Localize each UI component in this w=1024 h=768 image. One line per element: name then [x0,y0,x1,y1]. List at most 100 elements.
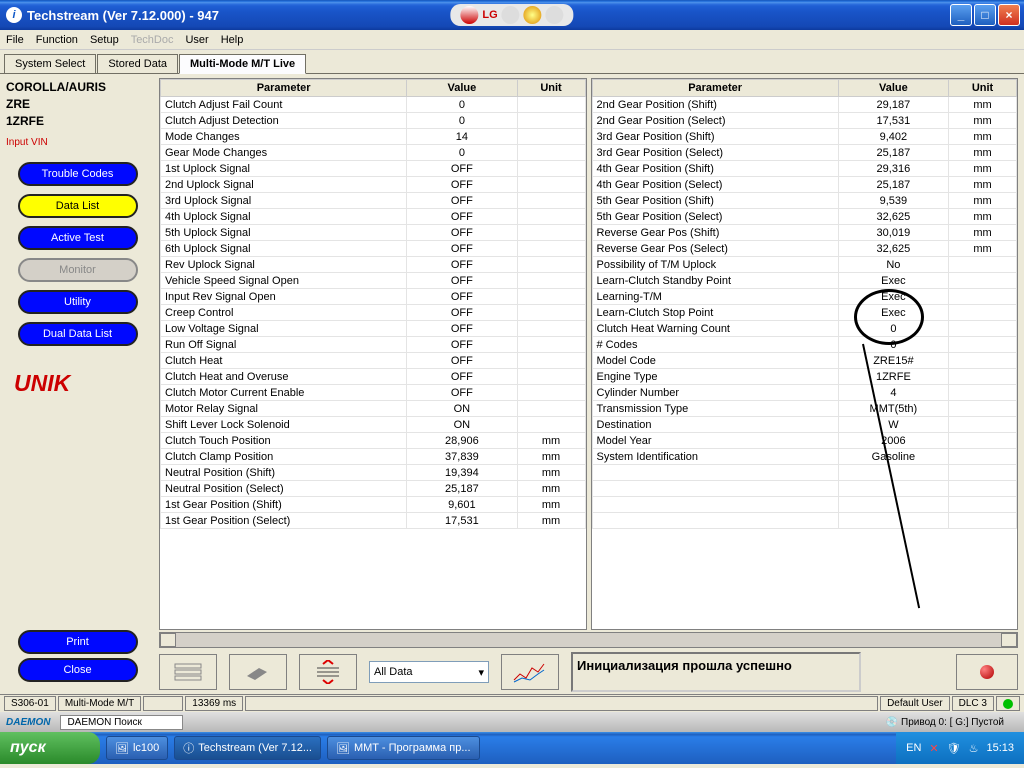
record-button[interactable] [956,654,1018,690]
close-panel-button[interactable]: Close [18,658,138,682]
col-unit[interactable]: Unit [517,80,585,97]
tool-list-icon[interactable] [159,654,217,690]
tool-flashlight-icon[interactable] [229,654,287,690]
table-row[interactable]: 3rd Uplock SignalOFF [161,193,586,209]
table-row[interactable]: 5th Gear Position (Select)32,625mm [592,209,1017,225]
task-lc100[interactable]: 🖼 lc100 [106,736,168,760]
table-row[interactable]: Gear Mode Changes0 [161,145,586,161]
start-button[interactable]: пуск [0,732,100,764]
task-techstream[interactable]: ⓘ Techstream (Ver 7.12... [174,736,321,760]
table-row[interactable]: DestinationW [592,417,1017,433]
table-row[interactable]: 2nd Gear Position (Select)17,531mm [592,113,1017,129]
tray-icon[interactable]: 🛡 [947,742,961,755]
table-row[interactable]: Cylinder Number4 [592,385,1017,401]
tray-icon[interactable]: ♨ [969,742,979,755]
table-row[interactable]: 1st Gear Position (Shift)9,601mm [161,497,586,513]
utility-button[interactable]: Utility [18,290,138,314]
menu-setup[interactable]: Setup [90,34,119,46]
tab-multimode-live[interactable]: Multi-Mode M/T Live [179,54,306,74]
table-row[interactable]: Clutch Clamp Position37,839mm [161,449,586,465]
col-unit[interactable]: Unit [949,80,1017,97]
table-row[interactable]: 4th Uplock SignalOFF [161,209,586,225]
table-row[interactable]: Model Year2006 [592,433,1017,449]
task-mmt[interactable]: 🖼 MMT - Программа пр... [327,736,480,760]
table-row[interactable]: Clutch Heat Warning Count0 [592,321,1017,337]
active-test-button[interactable]: Active Test [18,226,138,250]
table-row[interactable]: Low Voltage SignalOFF [161,321,586,337]
table-row[interactable] [592,513,1017,529]
table-row[interactable]: 3rd Gear Position (Shift)9,402mm [592,129,1017,145]
maximize-button[interactable]: □ [974,4,996,26]
table-row[interactable]: 4th Gear Position (Select)25,187mm [592,177,1017,193]
table-row[interactable]: Model CodeZRE15# [592,353,1017,369]
gadget-icon-2[interactable] [524,6,542,24]
table-row[interactable]: 1st Uplock SignalOFF [161,161,586,177]
gadget-icon-3[interactable] [546,6,564,24]
table-row[interactable]: Run Off SignalOFF [161,337,586,353]
table-row[interactable]: Clutch Touch Position28,906mm [161,433,586,449]
table-row[interactable]: Clutch HeatOFF [161,353,586,369]
minimize-button[interactable]: _ [950,4,972,26]
tray-icon[interactable]: ✕ [929,742,938,755]
menu-function[interactable]: Function [36,34,78,46]
close-button[interactable]: × [998,4,1020,26]
table-row[interactable]: System IdentificationGasoline [592,449,1017,465]
table-row[interactable] [592,481,1017,497]
col-parameter[interactable]: Parameter [161,80,407,97]
print-button[interactable]: Print [18,630,138,654]
table-row[interactable]: Reverse Gear Pos (Select)32,625mm [592,241,1017,257]
tab-stored-data[interactable]: Stored Data [97,54,178,73]
col-parameter[interactable]: Parameter [592,80,838,97]
table-row[interactable]: Possibility of T/M UplockNo [592,257,1017,273]
table-row[interactable]: Clutch Motor Current EnableOFF [161,385,586,401]
table-row[interactable]: Neutral Position (Select)25,187mm [161,481,586,497]
dual-data-list-button[interactable]: Dual Data List [18,322,138,346]
table-row[interactable] [592,465,1017,481]
table-row[interactable]: Rev Uplock SignalOFF [161,257,586,273]
horizontal-scrollbar[interactable] [159,632,1018,648]
table-row[interactable]: Input Rev Signal OpenOFF [161,289,586,305]
table-row[interactable]: Learning-T/MExec [592,289,1017,305]
table-row[interactable]: 5th Uplock SignalOFF [161,225,586,241]
table-row[interactable]: Learn-Clutch Stop PointExec [592,305,1017,321]
tab-system-select[interactable]: System Select [4,54,96,73]
data-list-button[interactable]: Data List [18,194,138,218]
col-value[interactable]: Value [407,80,517,97]
table-row[interactable]: 5th Gear Position (Shift)9,539mm [592,193,1017,209]
menu-file[interactable]: File [6,34,24,46]
table-row[interactable]: 2nd Uplock SignalOFF [161,177,586,193]
table-row[interactable]: Clutch Heat and OveruseOFF [161,369,586,385]
table-row[interactable]: Clutch Adjust Detection0 [161,113,586,129]
trouble-codes-button[interactable]: Trouble Codes [18,162,138,186]
daemon-search[interactable]: DAEMON Поиск [60,715,182,730]
table-row[interactable]: Neutral Position (Shift)19,394mm [161,465,586,481]
table-row[interactable]: Creep ControlOFF [161,305,586,321]
table-row[interactable]: # Codes0 [592,337,1017,353]
col-value[interactable]: Value [838,80,948,97]
table-row[interactable]: Shift Lever Lock SolenoidON [161,417,586,433]
system-tray[interactable]: EN ✕ 🛡 ♨ 15:13 [896,732,1024,764]
table-row[interactable]: Transmission TypeMMT(5th) [592,401,1017,417]
table-row[interactable]: Clutch Adjust Fail Count0 [161,97,586,113]
table-row[interactable]: Motor Relay SignalON [161,401,586,417]
table-row[interactable]: Engine Type1ZRFE [592,369,1017,385]
table-row[interactable]: 2nd Gear Position (Shift)29,187mm [592,97,1017,113]
table-row[interactable]: 4th Gear Position (Shift)29,316mm [592,161,1017,177]
menu-help[interactable]: Help [221,34,244,46]
tool-graph-icon[interactable] [501,654,559,690]
table-row[interactable]: Mode Changes14 [161,129,586,145]
table-row[interactable]: Vehicle Speed Signal OpenOFF [161,273,586,289]
table-row[interactable]: 6th Uplock SignalOFF [161,241,586,257]
table-row[interactable] [592,497,1017,513]
daemon-drive[interactable]: 💿 Привод 0: [ G:] Пустой [886,717,1004,728]
table-row[interactable]: 3rd Gear Position (Select)25,187mm [592,145,1017,161]
table-row[interactable]: Reverse Gear Pos (Shift)30,019mm [592,225,1017,241]
menu-user[interactable]: User [185,34,208,46]
tool-sort-icon[interactable] [299,654,357,690]
data-filter-dropdown[interactable]: All Data▾ [369,661,489,683]
gadget-icon-1[interactable] [502,6,520,24]
table-row[interactable]: 1st Gear Position (Select)17,531mm [161,513,586,529]
tray-lang[interactable]: EN [906,742,921,754]
input-vin-link[interactable]: Input VIN [6,137,149,148]
table-row[interactable]: Learn-Clutch Standby PointExec [592,273,1017,289]
